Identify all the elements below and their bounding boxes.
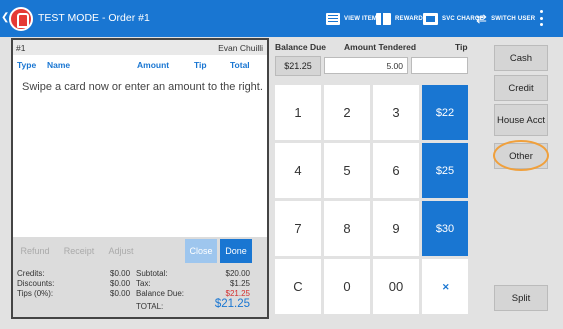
tax-value: $1.25 [229, 279, 250, 288]
column-tip: Tip [194, 60, 207, 70]
backspace-button[interactable] [422, 259, 468, 314]
column-amount: Amount [137, 60, 170, 70]
total-value: $21.25 [214, 298, 250, 310]
done-button[interactable]: Done [220, 239, 252, 263]
more-menu-icon[interactable] [540, 10, 544, 26]
adjust-button[interactable]: Adjust [103, 239, 139, 263]
credit-button[interactable]: Credit [494, 75, 548, 101]
key-6[interactable]: 6 [373, 143, 419, 198]
switch-user-label: SWITCH USER [491, 16, 536, 22]
balance-due-button[interactable]: $21.25 [275, 56, 321, 76]
gift-icon [376, 13, 391, 25]
customer-name: Evan Chuilli [218, 43, 263, 53]
switch-user-button[interactable]: ⇄ SWITCH USER [476, 11, 535, 27]
subtotal-label: Subtotal: [136, 269, 168, 278]
credits-value: $0.00 [110, 269, 131, 278]
key-5[interactable]: 5 [324, 143, 370, 198]
tips-value: $0.00 [110, 289, 131, 298]
column-name: Name [47, 60, 71, 70]
quick-amount-25-button[interactable]: $25 [422, 143, 468, 198]
order-panel: #1 Evan Chuilli Type Name Amount Tip Tot… [11, 38, 269, 319]
credits-label: Credits: [17, 269, 45, 278]
total-label: TOTAL: [136, 302, 164, 311]
order-header: #1 Evan Chuilli [13, 40, 267, 55]
key-1[interactable]: 1 [275, 85, 321, 140]
top-bar: ❮ TEST MODE - Order #1 VIEW ITEMS REWARD… [0, 0, 563, 37]
charge-icon [423, 13, 438, 25]
swipe-prompt: Swipe a card now or enter an amount to t… [22, 81, 263, 93]
svc-charge-button[interactable]: SVC CHARGE [423, 11, 484, 27]
refund-button[interactable]: Refund [16, 239, 54, 263]
app-logo-icon[interactable] [9, 7, 33, 31]
column-total: Total [230, 60, 250, 70]
house-acct-button[interactable]: House Acct [494, 104, 548, 136]
key-8[interactable]: 8 [324, 201, 370, 256]
key-clear[interactable]: C [275, 259, 321, 314]
key-0[interactable]: 0 [324, 259, 370, 314]
list-icon [326, 13, 340, 25]
tips-label: Tips (0%): [17, 289, 54, 298]
order-number: #1 [16, 43, 26, 53]
discounts-value: $0.00 [110, 279, 131, 288]
order-action-bar: Refund Receipt Adjust Close Done [13, 237, 267, 265]
close-button[interactable]: Close [185, 239, 217, 263]
quick-amount-30-button[interactable]: $30 [422, 201, 468, 256]
rewards-button[interactable]: REWARDS [376, 11, 427, 27]
order-summary: Credits: $0.00 Discounts: $0.00 Tips (0%… [13, 265, 267, 317]
backspace-icon [432, 280, 456, 293]
view-items-button[interactable]: VIEW ITEMS [326, 11, 381, 27]
balance-due-label: Balance Due: [136, 289, 185, 298]
key-7[interactable]: 7 [275, 201, 321, 256]
quick-amount-22-button[interactable]: $22 [422, 85, 468, 140]
tip-header: Tip [455, 42, 468, 52]
balance-due-value: $21.25 [225, 289, 250, 298]
balance-due-header: Balance Due [275, 42, 327, 52]
column-type: Type [17, 60, 37, 70]
key-4[interactable]: 4 [275, 143, 321, 198]
tip-field[interactable] [411, 57, 468, 74]
page-title: TEST MODE - Order #1 [38, 12, 150, 24]
shuffle-icon: ⇄ [476, 11, 488, 26]
amount-tendered-field[interactable]: 5.00 [324, 57, 408, 74]
cash-button[interactable]: Cash [494, 45, 548, 71]
key-3[interactable]: 3 [373, 85, 419, 140]
key-2[interactable]: 2 [324, 85, 370, 140]
split-button[interactable]: Split [494, 285, 548, 311]
key-9[interactable]: 9 [373, 201, 419, 256]
key-00[interactable]: 00 [373, 259, 419, 314]
receipt-button[interactable]: Receipt [58, 239, 100, 263]
discounts-label: Discounts: [17, 279, 55, 288]
tax-label: Tax: [136, 279, 151, 288]
other-button[interactable]: Other [494, 143, 548, 169]
amount-tendered-header: Amount Tendered [344, 42, 417, 52]
subtotal-value: $20.00 [225, 269, 250, 278]
